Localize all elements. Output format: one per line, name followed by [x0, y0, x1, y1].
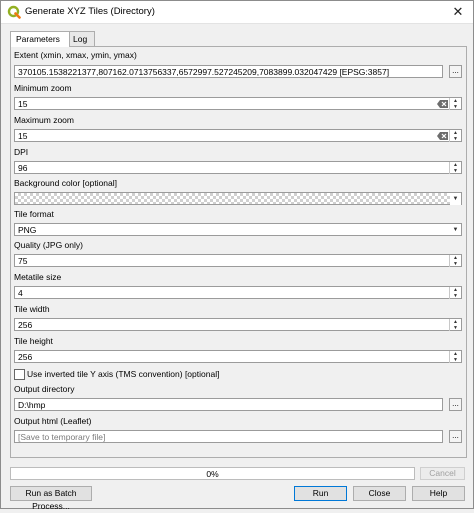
metatile-spinbox[interactable]: 4 ▲ ▼: [14, 286, 462, 299]
tab-log[interactable]: Log: [67, 31, 95, 46]
output-directory-input[interactable]: D:\hmp: [14, 398, 443, 411]
run-button[interactable]: Run: [294, 486, 347, 501]
spin-down-icon[interactable]: ▼: [450, 325, 461, 331]
background-color-label: Background color [optional]: [14, 178, 118, 188]
dpi-label: DPI: [14, 147, 29, 157]
spin-arrows[interactable]: ▲ ▼: [449, 130, 461, 142]
tile-format-label: Tile format: [14, 209, 54, 219]
tile-width-value: 256: [18, 320, 33, 330]
spin-arrows[interactable]: ▲ ▼: [449, 319, 461, 331]
output-html-label: Output html (Leaflet): [14, 416, 92, 426]
output-directory-browse-button[interactable]: ...: [449, 398, 462, 411]
spin-down-icon[interactable]: ▼: [450, 136, 461, 142]
spin-arrows[interactable]: ▲ ▼: [449, 255, 461, 267]
extent-value: 370105.1538221377,807162.0713756337,6572…: [18, 67, 390, 77]
extent-label: Extent (xmin, xmax, ymin, ymax): [14, 50, 137, 60]
spin-arrows[interactable]: ▲ ▼: [449, 287, 461, 299]
tile-width-label: Tile width: [14, 304, 50, 314]
dpi-value: 96: [18, 163, 28, 173]
close-window-icon[interactable]: ✕: [447, 3, 469, 20]
output-directory-value: D:\hmp: [18, 400, 46, 410]
parameters-panel: Extent (xmin, xmax, ymin, ymax) 370105.1…: [10, 46, 467, 458]
spin-down-icon[interactable]: ▼: [450, 293, 461, 299]
tile-height-value: 256: [18, 352, 33, 362]
tile-height-spinbox[interactable]: 256 ▲ ▼: [14, 350, 462, 363]
spin-arrows[interactable]: ▲ ▼: [449, 351, 461, 363]
close-button[interactable]: Close: [353, 486, 406, 501]
cancel-button[interactable]: Cancel: [420, 467, 465, 480]
progress-bar: 0%: [10, 467, 415, 480]
output-html-browse-button[interactable]: ...: [449, 430, 462, 443]
dpi-spinbox[interactable]: 96 ▲ ▼: [14, 161, 462, 174]
inverted-y-checkbox[interactable]: [14, 369, 25, 380]
quality-spinbox[interactable]: 75 ▲ ▼: [14, 254, 462, 267]
max-zoom-label: Maximum zoom: [14, 115, 74, 125]
window-title: Generate XYZ Tiles (Directory): [25, 6, 155, 17]
metatile-value: 4: [18, 288, 23, 298]
min-zoom-spinbox[interactable]: 15 ▲ ▼: [14, 97, 462, 110]
extent-browse-button[interactable]: ...: [449, 65, 462, 78]
metatile-label: Metatile size: [14, 272, 62, 282]
background-color-button[interactable]: ▼: [14, 192, 462, 205]
qgis-logo-icon: [7, 5, 21, 19]
tile-height-label: Tile height: [14, 336, 53, 346]
chevron-down-icon[interactable]: ▼: [450, 193, 461, 205]
clear-icon[interactable]: [437, 132, 448, 140]
spin-arrows[interactable]: ▲ ▼: [449, 98, 461, 110]
output-html-placeholder: [Save to temporary file]: [18, 432, 106, 442]
title-bar: Generate XYZ Tiles (Directory) ✕: [1, 1, 473, 24]
spin-down-icon[interactable]: ▼: [450, 168, 461, 174]
run-batch-button[interactable]: Run as Batch Process...: [10, 486, 92, 511]
spin-down-icon[interactable]: ▼: [450, 104, 461, 110]
inverted-y-label: Use inverted tile Y axis (TMS convention…: [27, 369, 220, 379]
output-directory-label: Output directory: [14, 384, 75, 394]
tab-parameters[interactable]: Parameters: [10, 31, 70, 47]
max-zoom-value: 15: [18, 131, 28, 141]
quality-label: Quality (JPG only): [14, 240, 83, 250]
output-html-input[interactable]: [Save to temporary file]: [14, 430, 443, 443]
spin-down-icon[interactable]: ▼: [450, 261, 461, 267]
spin-arrows[interactable]: ▲ ▼: [449, 162, 461, 174]
help-button[interactable]: Help: [412, 486, 465, 501]
chevron-down-icon[interactable]: ▼: [450, 224, 461, 236]
tile-format-select[interactable]: PNG ▼: [14, 223, 462, 236]
dialog-window: Generate XYZ Tiles (Directory) ✕ Paramet…: [0, 0, 474, 511]
quality-value: 75: [18, 256, 28, 266]
extent-input[interactable]: 370105.1538221377,807162.0713756337,6572…: [14, 65, 443, 78]
tile-width-spinbox[interactable]: 256 ▲ ▼: [14, 318, 462, 331]
tile-format-value: PNG: [18, 225, 37, 235]
min-zoom-value: 15: [18, 99, 28, 109]
spin-down-icon[interactable]: ▼: [450, 357, 461, 363]
clear-icon[interactable]: [437, 100, 448, 108]
max-zoom-spinbox[interactable]: 15 ▲ ▼: [14, 129, 462, 142]
min-zoom-label: Minimum zoom: [14, 83, 72, 93]
